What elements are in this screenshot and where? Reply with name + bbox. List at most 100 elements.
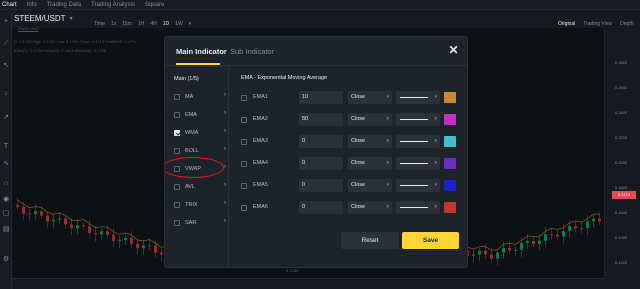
ema-length-input[interactable]: 10 <box>299 91 343 104</box>
tf-time[interactable]: Time <box>94 21 105 27</box>
ema-source-select[interactable]: Close <box>348 113 392 126</box>
drawing-toolbar: + ⟋ ↖ ↓ ↗ T ∿ ∩ ◉ ▢ ▤ ⚙ <box>0 10 12 289</box>
magnet-icon[interactable]: ∩ <box>2 180 10 188</box>
pointer-icon[interactable]: ↖ <box>2 62 10 70</box>
ema-row: EMA1 10 Close <box>241 91 456 104</box>
color-swatch[interactable] <box>444 92 456 103</box>
line-style-select[interactable] <box>396 135 440 148</box>
ema-checkbox[interactable] <box>241 117 247 123</box>
line-style-select[interactable] <box>396 201 440 214</box>
indicator-item-avl[interactable]: AVL › <box>174 182 226 192</box>
price-tick: 0.1600 <box>615 210 628 215</box>
color-swatch[interactable] <box>444 202 456 213</box>
measure-icon[interactable]: ↗ <box>2 114 10 122</box>
nav-trading-data[interactable]: Trading Data <box>47 2 81 8</box>
trading-page: Chart Info Trading Data Trading Analysis… <box>0 0 640 289</box>
checkbox[interactable] <box>174 112 180 118</box>
brush-icon[interactable]: ∿ <box>2 160 10 168</box>
indicator-item-sar[interactable]: SAR › <box>174 218 226 228</box>
nav-info[interactable]: Info <box>27 2 37 8</box>
color-swatch[interactable] <box>444 136 456 147</box>
price-tick: 0.2400 <box>615 110 628 115</box>
nav-trading-analysis[interactable]: Trading Analysis <box>91 2 135 8</box>
price-tick: 0.1800 <box>615 185 628 190</box>
last-price-tag: 0.1719 <box>612 191 636 199</box>
reset-button[interactable]: Reset <box>341 232 399 249</box>
line-style-select[interactable] <box>396 113 440 126</box>
ema-label: EMA5 <box>253 182 268 188</box>
ema-label: EMA2 <box>253 116 268 122</box>
modal-header: Main Indicator Sub Indicator ✕ <box>165 37 467 66</box>
indicator-item-ma[interactable]: MA › <box>174 92 226 102</box>
checkbox[interactable] <box>174 148 180 154</box>
tf-1d[interactable]: 1D <box>163 21 169 27</box>
tf-15m[interactable]: 15m <box>122 21 132 27</box>
chevron-right-icon: › <box>224 182 226 188</box>
ema-checkbox[interactable] <box>241 161 247 167</box>
save-button[interactable]: Save <box>402 232 459 249</box>
trash-icon[interactable]: ▤ <box>2 226 10 234</box>
ema-length-input[interactable]: 0 <box>299 179 343 192</box>
ema-checkbox[interactable] <box>241 205 247 211</box>
ema-length-input[interactable]: 0 <box>299 157 343 170</box>
tf-1w[interactable]: 1W <box>175 21 183 27</box>
tf-4h[interactable]: 4H <box>150 21 156 27</box>
indicator-label: SAR <box>185 220 197 226</box>
crosshair-icon[interactable]: + <box>2 18 10 26</box>
checkbox[interactable] <box>174 220 180 226</box>
ema-length-input[interactable]: 50 <box>299 113 343 126</box>
mode-depth[interactable]: Depth <box>620 21 633 27</box>
color-swatch[interactable] <box>444 180 456 191</box>
checkbox[interactable] <box>174 202 180 208</box>
ema-label: EMA1 <box>253 94 268 100</box>
ema-checkbox[interactable] <box>241 95 247 101</box>
lock-icon[interactable]: ▢ <box>2 210 10 218</box>
line-style-select[interactable] <box>396 179 440 192</box>
eye-icon[interactable]: ◉ <box>2 196 10 204</box>
color-swatch[interactable] <box>444 114 456 125</box>
ema-checkbox[interactable] <box>241 183 247 189</box>
text-icon[interactable]: T <box>2 143 10 151</box>
settings-icon[interactable]: ⚙ <box>2 256 10 264</box>
chevron-right-icon: › <box>224 218 226 224</box>
ema-source-select[interactable]: Close <box>348 157 392 170</box>
color-swatch[interactable] <box>444 158 456 169</box>
ema-source-select[interactable]: Close <box>348 91 392 104</box>
symbol-pair: STEEM/USDT <box>14 14 66 23</box>
ema-source-select[interactable]: Close <box>348 201 392 214</box>
ema-source-select[interactable]: Close <box>348 179 392 192</box>
panel-title: EMA - Exponential Moving Average <box>241 75 328 81</box>
time-scale <box>12 278 604 289</box>
ema-source-select[interactable]: Close <box>348 135 392 148</box>
indicator-item-ema[interactable]: EMA › <box>174 110 226 120</box>
mode-tradingview[interactable]: Trading View <box>583 21 612 27</box>
chevron-right-icon: › <box>224 164 226 170</box>
line-style-select[interactable] <box>396 91 440 104</box>
chevron-right-icon: › <box>224 128 226 134</box>
tf-1h[interactable]: 1H <box>138 21 144 27</box>
tab-main-indicator[interactable]: Main Indicator <box>176 47 227 56</box>
indicator-item-wma[interactable]: WMA › <box>174 128 226 138</box>
indicator-label: TRIX <box>185 202 198 208</box>
tf-1s[interactable]: 1s <box>111 21 116 27</box>
mode-original[interactable]: Original <box>558 21 575 27</box>
ema-checkbox[interactable] <box>241 139 247 145</box>
nav-square[interactable]: Square <box>145 2 164 8</box>
arrow-icon[interactable]: ↓ <box>2 90 10 98</box>
trendline-icon[interactable]: ⟋ <box>2 40 10 48</box>
indicator-item-boll[interactable]: BOLL › <box>174 146 226 156</box>
symbol-selector[interactable]: STEEM/USDT ▾ <box>14 14 73 23</box>
ema-row: EMA4 0 Close <box>241 157 456 170</box>
line-style-select[interactable] <box>396 157 440 170</box>
chevron-down-icon: ▾ <box>69 16 73 22</box>
nav-chart[interactable]: Chart <box>2 2 17 8</box>
close-icon[interactable]: ✕ <box>448 44 459 56</box>
chart-settings-icon[interactable]: ▾ <box>189 21 192 27</box>
ema-length-input[interactable]: 0 <box>299 201 343 214</box>
checkbox[interactable] <box>174 94 180 100</box>
tab-sub-indicator[interactable]: Sub Indicator <box>230 47 274 56</box>
checkbox-checked[interactable] <box>174 130 180 136</box>
indicator-item-trix[interactable]: TRIX › <box>174 200 226 210</box>
checkbox[interactable] <box>174 184 180 190</box>
ema-length-input[interactable]: 0 <box>299 135 343 148</box>
